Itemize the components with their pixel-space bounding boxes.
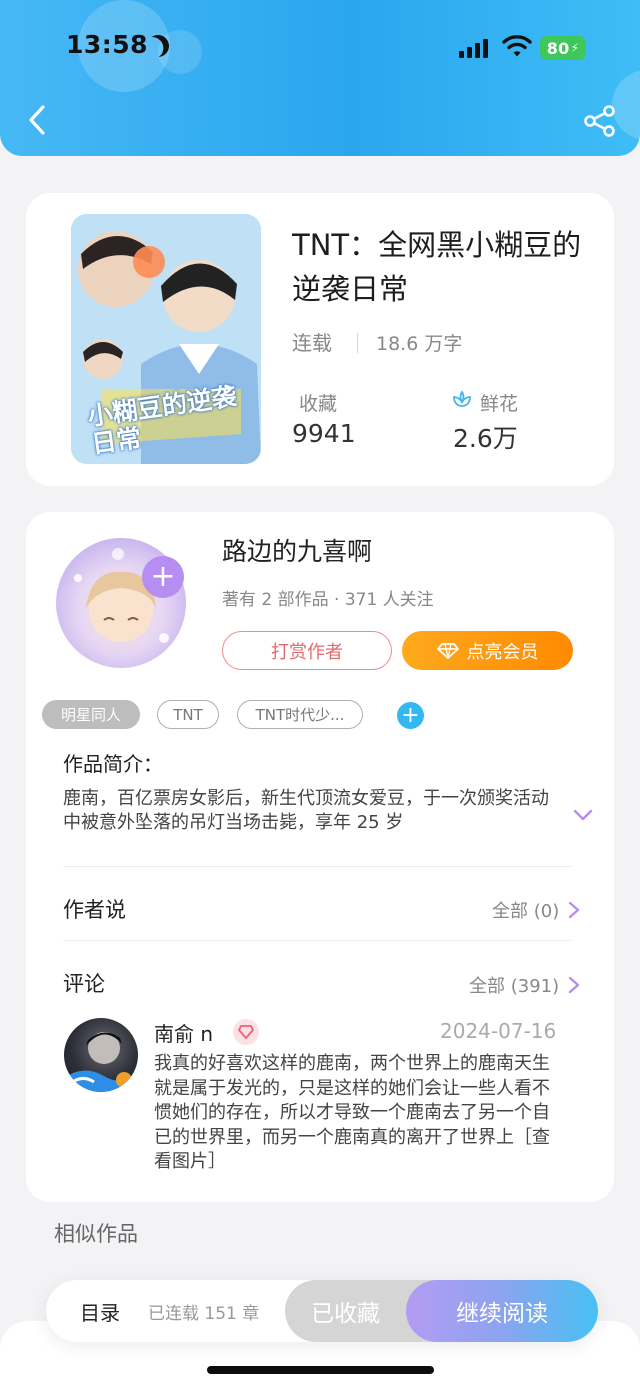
commenter-avatar-image <box>64 1032 138 1092</box>
divider <box>63 866 571 867</box>
divider <box>357 333 358 353</box>
author-says-title: 作者说 <box>63 898 126 922</box>
continue-reading-button[interactable]: 继续阅读 <box>406 1280 598 1342</box>
chevron-right-icon <box>569 901 580 919</box>
diamond-icon <box>238 1025 254 1039</box>
battery-indicator: 80 ⚡ <box>540 36 586 60</box>
tag-item[interactable]: TNT时代少... <box>237 700 363 729</box>
header: 13:58 80 ⚡ <box>0 0 640 156</box>
author-meta: 著有 2 部作品 · 371 人关注 <box>222 590 434 610</box>
flower-icon <box>453 390 471 407</box>
vip-label: 点亮会员 <box>466 641 539 663</box>
add-tag-button[interactable]: + <box>397 702 424 729</box>
home-indicator <box>207 1366 434 1374</box>
commenter-name[interactable]: 南俞 n <box>154 1018 213 1047</box>
comment-date: 2024-07-16 <box>440 1019 557 1043</box>
commenter-avatar[interactable] <box>64 1018 138 1092</box>
intro-text: 鹿南，百亿票房女影后，新生代顶流女爱豆，于一次颁奖活动中被意外坠落的吊灯当场击毙… <box>63 788 549 833</box>
battery-level: 80 <box>546 38 570 58</box>
book-word-count: 18.6 万字 <box>376 333 463 355</box>
author-says-count: 全部 (0) <box>492 901 560 922</box>
intro-title: 作品简介： <box>63 752 163 776</box>
share-icon[interactable] <box>582 103 618 139</box>
follow-author-button[interactable]: + <box>142 556 184 598</box>
book-cover[interactable]: 小糊豆的逆袭日常 <box>71 214 261 464</box>
wifi-icon <box>502 35 532 57</box>
back-button[interactable] <box>20 100 54 140</box>
chapter-count[interactable]: 已连载 151 章 <box>148 1299 259 1324</box>
chevron-down-icon[interactable] <box>572 804 594 826</box>
collected-label: 已收藏 <box>311 1301 380 1327</box>
comments-all-link[interactable]: 全部 (391) <box>469 972 581 998</box>
author-says-all-link[interactable]: 全部 (0) <box>492 897 581 923</box>
bottom-action-bar: 目录 已连载 151 章 已收藏 继续阅读 <box>46 1280 598 1342</box>
book-info-card: 小糊豆的逆袭日常 TNT：全网黑小糊豆的逆袭日常 连载 18.6 万字 收藏 9… <box>26 193 614 486</box>
comments-title: 评论 <box>63 972 105 996</box>
chevron-left-icon <box>29 105 45 135</box>
vip-badge-icon <box>233 1019 259 1045</box>
charging-icon: ⚡ <box>570 41 580 55</box>
book-status: 连载 <box>292 331 332 355</box>
signal-icon <box>459 38 488 58</box>
comments-count: 全部 (391) <box>469 976 560 997</box>
comment-text[interactable]: 我真的好喜欢这样的鹿南，两个世界上的鹿南天生就是属于发光的，只是这样的她们会让一… <box>154 1052 558 1175</box>
similar-works-title: 相似作品 <box>54 1222 138 1246</box>
flower-count: 2.6万 <box>453 424 518 453</box>
tag-item[interactable]: 明星同人 <box>42 700 140 729</box>
details-card: + 路边的九喜啊 著有 2 部作品 · 371 人关注 打赏作者 点亮会员 明星… <box>26 512 614 1202</box>
chevron-right-icon <box>568 976 580 994</box>
author-name[interactable]: 路边的九喜啊 <box>222 532 372 568</box>
diamond-icon <box>436 642 459 659</box>
book-title: TNT：全网黑小糊豆的逆袭日常 <box>292 228 582 306</box>
divider <box>63 940 571 941</box>
collect-count: 9941 <box>292 419 356 448</box>
collect-label: 收藏 <box>299 393 338 415</box>
flower-label: 鲜花 <box>480 393 519 415</box>
tag-item[interactable]: TNT <box>157 700 219 729</box>
status-time: 13:58 <box>66 30 149 59</box>
vip-button[interactable]: 点亮会员 <box>402 631 573 670</box>
toc-button[interactable]: 目录 <box>80 1297 120 1326</box>
tip-author-button[interactable]: 打赏作者 <box>222 631 392 670</box>
book-detail-page: 13:58 80 ⚡ 小糊豆的逆袭日常 TNT：全网黑小糊豆的逆袭日常 连载 1… <box>0 0 640 1387</box>
tip-author-label: 打赏作者 <box>271 641 343 663</box>
continue-reading-label: 继续阅读 <box>456 1301 548 1327</box>
